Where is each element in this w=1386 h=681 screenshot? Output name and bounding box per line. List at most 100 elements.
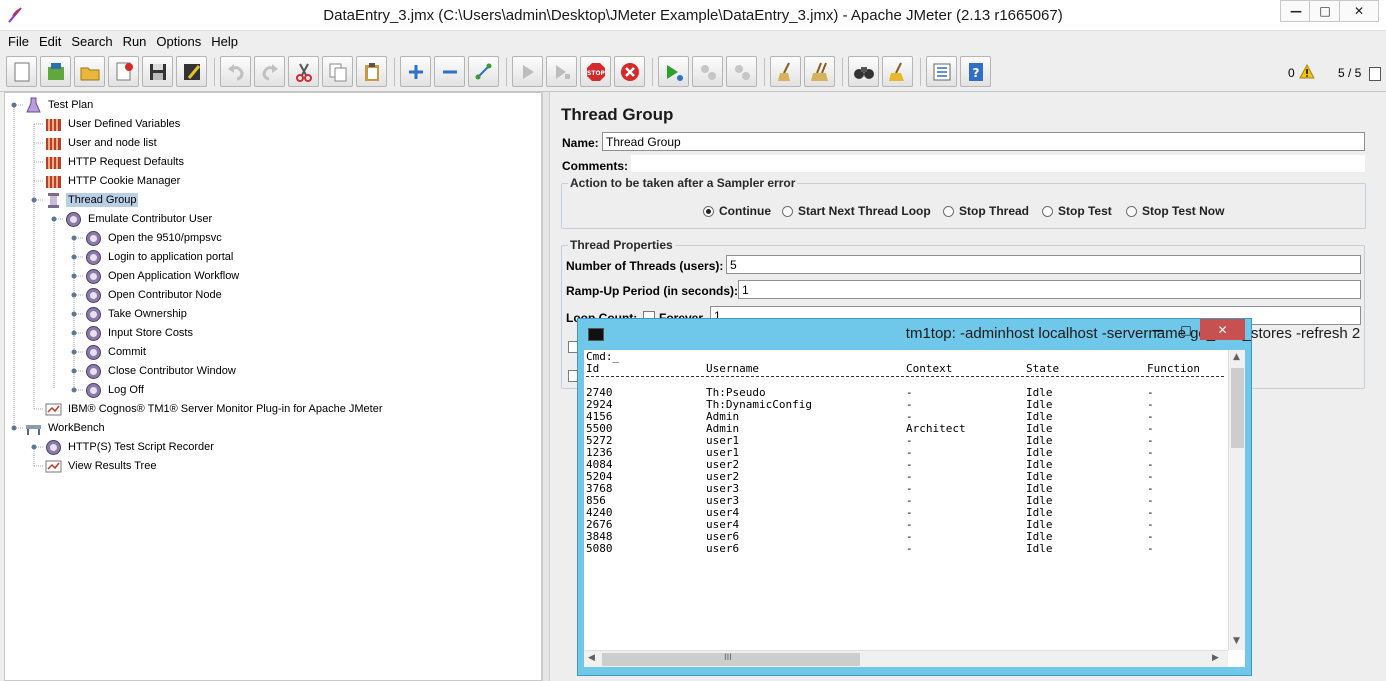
stop-button[interactable]: STOP — [580, 56, 611, 87]
close-file-button[interactable] — [108, 56, 139, 87]
warning-icon[interactable] — [1299, 64, 1315, 79]
tree-node-log-off[interactable]: Log Off — [85, 381, 146, 399]
tree-node-input-store-costs[interactable]: Input Store Costs — [85, 324, 195, 342]
close-button[interactable]: ✕ — [1339, 0, 1379, 22]
undo-button[interactable] — [220, 56, 251, 87]
tree-node-login[interactable]: Login to application portal — [85, 248, 235, 266]
scroll-down-icon[interactable]: ▼ — [1233, 636, 1240, 646]
panel-title: Thread Group — [561, 105, 674, 124]
horizontal-scroll-thumb[interactable]: III — [602, 653, 860, 666]
radio-start-next-thread-loop[interactable]: Start Next Thread Loop — [782, 204, 931, 218]
thread-properties-title: Thread Properties — [568, 238, 675, 252]
clear-button[interactable] — [770, 56, 801, 87]
menu-file[interactable]: File — [3, 34, 34, 49]
console-maximize-button[interactable]: □ — [1172, 319, 1200, 340]
radio-button[interactable] — [703, 205, 714, 217]
open-button[interactable] — [74, 56, 105, 87]
remote-start-all-button[interactable] — [658, 56, 689, 87]
name-field[interactable]: Thread Group — [602, 132, 1365, 151]
console-output[interactable]: Cmd:_ Id Username Context State Function… — [584, 350, 1245, 667]
help-button[interactable]: ? — [960, 56, 991, 87]
undo-icon — [227, 63, 244, 80]
console-cell: Architect — [906, 422, 966, 435]
tree-node-tm1-server-monitor[interactable]: IBM® Cognos® TM1® Server Monitor Plug-in… — [45, 400, 385, 418]
shutdown-button[interactable] — [614, 56, 645, 87]
menu-search[interactable]: Search — [66, 34, 117, 49]
console-vertical-scrollbar[interactable]: ▲ ▼ — [1228, 350, 1245, 650]
radio-stop-test-now[interactable]: Stop Test Now — [1126, 204, 1224, 218]
search-button[interactable] — [848, 56, 879, 87]
save-button[interactable] — [142, 56, 173, 87]
tree-node-test-script-recorder[interactable]: HTTP(S) Test Script Recorder — [45, 438, 216, 456]
maximize-button[interactable]: □ — [1309, 0, 1341, 22]
column-header-context: Context — [906, 362, 953, 375]
copy-button[interactable] — [322, 56, 353, 87]
scroll-up-icon[interactable]: ▲ — [1233, 352, 1240, 362]
toggle-button[interactable] — [468, 56, 499, 87]
new-button[interactable] — [6, 56, 37, 87]
tree-node-close-contributor-window[interactable]: Close Contributor Window — [85, 362, 238, 380]
console-minimize-button[interactable]: — — [1144, 319, 1172, 340]
flask-icon — [26, 97, 41, 112]
radio-label: Stop Test Now — [1142, 204, 1225, 218]
split-pane-divider[interactable] — [542, 92, 550, 681]
radio-button[interactable] — [782, 205, 793, 217]
tree-node-take-ownership[interactable]: Take Ownership — [85, 305, 189, 323]
menu-run[interactable]: Run — [118, 34, 152, 49]
radio-button[interactable] — [1042, 205, 1053, 217]
redo-button[interactable] — [254, 56, 285, 87]
tree-node-test-plan[interactable]: Test Plan — [25, 96, 95, 114]
svg-text:?: ? — [972, 66, 979, 80]
save-icon — [149, 63, 166, 80]
threads-field[interactable]: 5 — [726, 255, 1361, 274]
tree-node-open-pmpsvc[interactable]: Open the 9510/pmpsvc — [85, 229, 224, 247]
tree-node-emulate-contributor-user[interactable]: Emulate Contributor User — [65, 210, 214, 228]
tree-node-open-application-workflow[interactable]: Open Application Workflow — [85, 267, 241, 285]
paste-button[interactable] — [356, 56, 387, 87]
tree-node-open-contributor-node[interactable]: Open Contributor Node — [85, 286, 224, 304]
console-horizontal-scrollbar[interactable]: ◀ III ▶ — [584, 650, 1228, 667]
collapse-all-button[interactable] — [434, 56, 465, 87]
remote-stop-all-button[interactable] — [692, 56, 723, 87]
controller-icon — [66, 211, 81, 227]
tree-node-commit[interactable]: Commit — [85, 343, 148, 361]
radio-continue[interactable]: Continue — [703, 204, 771, 218]
reset-search-button[interactable] — [882, 56, 913, 87]
minimize-button[interactable]: — — [1280, 0, 1312, 22]
scroll-left-icon[interactable]: ◀ — [588, 653, 595, 663]
radio-button[interactable] — [1126, 205, 1137, 217]
remote-shutdown-all-button[interactable] — [726, 56, 757, 87]
expand-all-button[interactable] — [400, 56, 431, 87]
tree-node-thread-group[interactable]: Thread Group — [45, 191, 139, 209]
start-button[interactable] — [512, 56, 543, 87]
templates-button[interactable] — [40, 56, 71, 87]
tree-node-view-results-tree[interactable]: View Results Tree — [45, 457, 158, 475]
menu-help[interactable]: Help — [206, 34, 243, 49]
console-title-bar: tm1top: -adminhost localhost -servername… — [578, 319, 1360, 349]
start-no-pauses-button[interactable] — [546, 56, 577, 87]
tree-node-user-defined-variables[interactable]: User Defined Variables — [45, 115, 182, 133]
vertical-scroll-thumb[interactable] — [1231, 368, 1244, 448]
clear-all-button[interactable] — [804, 56, 835, 87]
stop-sign-icon: STOP — [586, 62, 605, 81]
function-helper-button[interactable] — [926, 56, 957, 87]
tree-node-http-cookie-manager[interactable]: HTTP Cookie Manager — [45, 172, 182, 190]
name-label: Name: — [562, 136, 599, 150]
menu-edit[interactable]: Edit — [34, 34, 66, 49]
console-close-button[interactable]: ✕ — [1200, 319, 1245, 340]
radio-stop-thread[interactable]: Stop Thread — [943, 204, 1029, 218]
menu-options[interactable]: Options — [151, 34, 206, 49]
tree-node-user-and-node-list[interactable]: User and node list — [45, 134, 159, 152]
radio-button[interactable] — [943, 205, 954, 217]
toolbar-separator — [842, 58, 843, 86]
tree-node-workbench[interactable]: WorkBench — [25, 419, 107, 437]
tree-node-http-request-defaults[interactable]: HTTP Request Defaults — [45, 153, 186, 171]
comments-field[interactable] — [631, 155, 1365, 172]
scroll-right-icon[interactable]: ▶ — [1212, 653, 1219, 663]
close-file-icon — [116, 62, 133, 80]
radio-label: Start Next Thread Loop — [798, 204, 931, 218]
rampup-field[interactable]: 1 — [738, 280, 1361, 299]
radio-stop-test[interactable]: Stop Test — [1042, 204, 1112, 218]
save-as-button[interactable] — [176, 56, 207, 87]
cut-button[interactable] — [288, 56, 319, 87]
